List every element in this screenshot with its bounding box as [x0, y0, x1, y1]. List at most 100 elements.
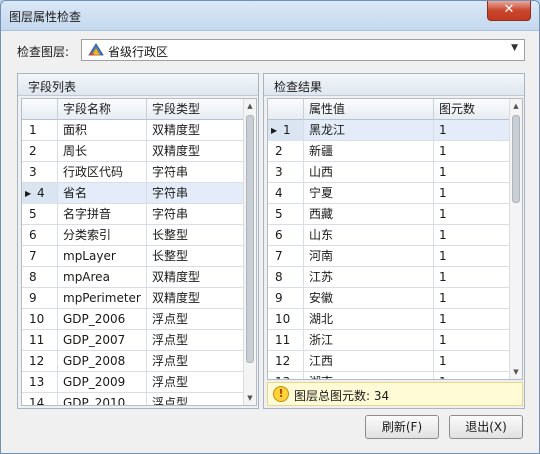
attribute-value-cell: 山西: [304, 162, 434, 183]
row-number: 7: [268, 246, 304, 267]
field-type-cell: 字符串: [147, 162, 245, 183]
table-row[interactable]: 11 GDP_2007 浮点型: [22, 330, 245, 351]
table-row[interactable]: 9 安徽 1: [268, 288, 511, 309]
feature-count-cell: 1: [434, 267, 511, 288]
row-number-text: 9: [275, 291, 283, 305]
scroll-up-icon[interactable]: ▲: [510, 99, 522, 113]
table-row[interactable]: 6 山东 1: [268, 225, 511, 246]
row-number: 12: [268, 351, 304, 372]
table-row[interactable]: 1 面积 双精度型: [22, 120, 245, 141]
attribute-value-cell: 湖南: [304, 372, 434, 379]
table-row[interactable]: 5 名字拼音 字符串: [22, 204, 245, 225]
field-name-header[interactable]: 字段名称: [58, 99, 147, 120]
table-row[interactable]: 3 山西 1: [268, 162, 511, 183]
feature-count-cell-text: 1: [439, 165, 447, 179]
row-number-text: 10: [29, 312, 45, 326]
field-type-cell: 双精度型: [147, 288, 245, 309]
table-row[interactable]: 5 西藏 1: [268, 204, 511, 225]
row-number: 13: [268, 372, 304, 379]
attribute-value-cell: 黑龙江: [304, 120, 434, 141]
feature-count-cell: 1: [434, 225, 511, 246]
feature-count-cell-text: 1: [439, 123, 447, 137]
field-name-cell-text: 省名: [63, 186, 88, 200]
table-row[interactable]: 2 周长 双精度型: [22, 141, 245, 162]
table-row[interactable]: 10 GDP_2006 浮点型: [22, 309, 245, 330]
feature-count-cell: 1: [434, 330, 511, 351]
chevron-down-icon[interactable]: ▼: [511, 43, 518, 53]
row-number-text: 6: [275, 228, 283, 242]
title-bar[interactable]: 图层属性检查 ✕: [1, 1, 539, 31]
row-number: 10: [22, 309, 58, 330]
feature-count-cell-text: 1: [439, 186, 447, 200]
field-type-cell: 长整型: [147, 246, 245, 267]
field-name-cell: GDP_2010: [58, 393, 147, 405]
row-number-text: 7: [29, 249, 37, 263]
row-number: 9: [22, 288, 58, 309]
check-layer-dropdown[interactable]: 省级行政区 ▼: [81, 39, 525, 61]
field-list-grid[interactable]: 字段名称 字段类型 1 面积 双精度型 2 周长 双精度型 3 行政区代码 字符串 4 省名 字符串 ▶…: [21, 98, 257, 406]
close-button[interactable]: ✕: [487, 1, 531, 21]
field-type-cell-text: 字符串: [152, 186, 189, 200]
check-results-header: 属性值 图元数: [268, 99, 511, 120]
field-name-cell: 省名: [58, 183, 147, 204]
scroll-down-icon[interactable]: ▼: [510, 365, 522, 379]
row-number-text: 1: [283, 123, 291, 137]
table-row[interactable]: 12 江西 1: [268, 351, 511, 372]
table-row[interactable]: 4 宁夏 1: [268, 183, 511, 204]
field-name-cell-text: GDP_2009: [63, 375, 126, 389]
field-type-cell-text: 长整型: [152, 249, 189, 263]
field-type-header[interactable]: 字段类型: [147, 99, 245, 120]
table-row[interactable]: 10 湖北 1: [268, 309, 511, 330]
row-number: 12: [22, 351, 58, 372]
refresh-button[interactable]: 刷新(F): [365, 415, 439, 439]
field-type-cell-text: 双精度型: [152, 123, 201, 137]
table-row[interactable]: 6 分类索引 长整型: [22, 225, 245, 246]
table-row[interactable]: 2 新疆 1: [268, 141, 511, 162]
scroll-up-icon[interactable]: ▲: [244, 99, 256, 113]
table-row[interactable]: 11 浙江 1: [268, 330, 511, 351]
feature-count-header[interactable]: 图元数: [434, 99, 511, 120]
field-name-cell-text: mpLayer: [63, 249, 116, 263]
exit-button[interactable]: 退出(X): [449, 415, 523, 439]
scroll-down-icon[interactable]: ▼: [244, 391, 256, 405]
attribute-value-cell-text: 江西: [309, 354, 334, 368]
row-number-text: 2: [275, 144, 283, 158]
check-results-scrollbar[interactable]: ▲ ▼: [509, 99, 522, 379]
row-number: 5: [268, 204, 304, 225]
attribute-value-cell: 河南: [304, 246, 434, 267]
feature-count-cell-text: 1: [439, 354, 447, 368]
table-row[interactable]: 13 GDP_2009 浮点型: [22, 372, 245, 393]
scroll-thumb[interactable]: [512, 115, 520, 203]
table-row[interactable]: 1 黑龙江 1 ▶: [268, 120, 511, 141]
scroll-thumb[interactable]: [246, 115, 254, 363]
attribute-value-cell: 浙江: [304, 330, 434, 351]
attribute-value-cell-text: 湖南: [309, 375, 333, 379]
row-number: 11: [22, 330, 58, 351]
table-row[interactable]: 9 mpPerimeter 双精度型: [22, 288, 245, 309]
field-name-cell: GDP_2007: [58, 330, 147, 351]
table-row[interactable]: 14 GDP_2010 浮点型: [22, 393, 245, 405]
row-number: 13: [22, 372, 58, 393]
check-results-grid[interactable]: 属性值 图元数 1 黑龙江 1 ▶ 2 新疆 1 3 山西 1 4 宁夏 1 5 西藏 1 6 山东 1 7 河南 1 8 江…: [267, 98, 523, 380]
table-row[interactable]: 8 江苏 1: [268, 267, 511, 288]
field-name-cell: mpPerimeter: [58, 288, 147, 309]
table-row[interactable]: 3 行政区代码 字符串: [22, 162, 245, 183]
table-row[interactable]: 4 省名 字符串 ▶: [22, 183, 245, 204]
table-row[interactable]: 8 mpArea 双精度型: [22, 267, 245, 288]
field-type-cell-text: 浮点型: [152, 333, 189, 347]
field-list-header: 字段名称 字段类型: [22, 99, 245, 120]
feature-count-cell-text: 1: [439, 249, 447, 263]
field-list-scrollbar[interactable]: ▲ ▼: [243, 99, 256, 405]
attribute-value-header[interactable]: 属性值: [304, 99, 434, 120]
field-name-cell: 名字拼音: [58, 204, 147, 225]
field-name-cell-text: 面积: [63, 123, 88, 137]
row-number: 8: [268, 267, 304, 288]
table-row[interactable]: 7 河南 1: [268, 246, 511, 267]
table-row[interactable]: 12 GDP_2008 浮点型: [22, 351, 245, 372]
total-features-text: 图层总图元数: 34: [294, 389, 390, 403]
row-number: 6: [268, 225, 304, 246]
table-row[interactable]: 13 湖南 1: [268, 372, 511, 379]
table-row[interactable]: 7 mpLayer 长整型: [22, 246, 245, 267]
field-type-cell: 浮点型: [147, 330, 245, 351]
field-name-cell: mpLayer: [58, 246, 147, 267]
